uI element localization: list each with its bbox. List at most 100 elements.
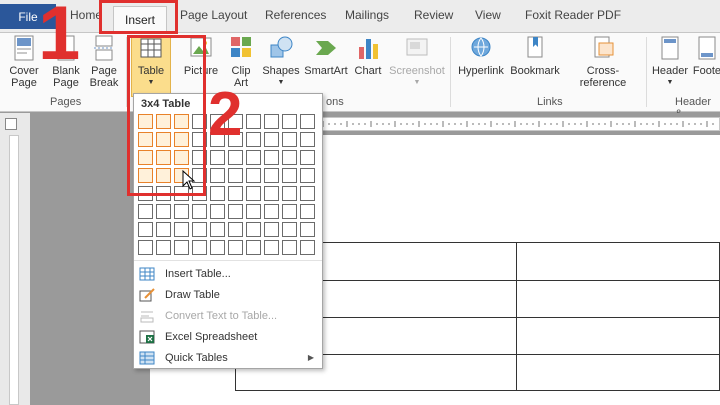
grid-cell[interactable]	[300, 186, 315, 201]
grid-cell[interactable]	[210, 204, 225, 219]
page-break-button[interactable]: Page Break	[86, 35, 122, 89]
bookmark-button[interactable]: Bookmark	[508, 35, 562, 77]
chevron-down-icon: ▼	[277, 79, 285, 86]
bookmark-icon	[527, 36, 543, 58]
grid-cell[interactable]	[228, 240, 243, 255]
cover-page-label: Cover Page	[9, 65, 39, 89]
shapes-icon	[270, 36, 293, 58]
grid-cell[interactable]	[138, 204, 153, 219]
screenshot-button[interactable]: Screenshot ▼	[388, 35, 446, 89]
grid-cell[interactable]	[246, 150, 261, 165]
tab-review[interactable]: Review	[414, 8, 453, 22]
grid-cell[interactable]	[282, 222, 297, 237]
grid-cell[interactable]	[264, 204, 279, 219]
grid-cell[interactable]	[282, 204, 297, 219]
tab-view[interactable]: View	[475, 8, 501, 22]
grid-cell[interactable]	[282, 132, 297, 147]
grid-cell[interactable]	[264, 168, 279, 183]
excel-spreadsheet-menu-item[interactable]: Excel Spreadsheet	[137, 327, 320, 346]
grid-cell[interactable]	[228, 222, 243, 237]
grid-cell[interactable]	[300, 132, 315, 147]
grid-cell[interactable]	[246, 114, 261, 129]
grid-cell[interactable]	[192, 204, 207, 219]
grid-cell[interactable]	[210, 186, 225, 201]
grid-cell[interactable]	[282, 168, 297, 183]
grid-cell[interactable]	[156, 204, 171, 219]
chart-button[interactable]: Chart	[352, 35, 384, 77]
grid-cell[interactable]	[282, 150, 297, 165]
quick-tables-menu-item[interactable]: Quick Tables ▶	[137, 348, 320, 367]
convert-text-to-table-menu-item[interactable]: Convert Text to Table...	[137, 306, 320, 325]
header-icon	[661, 36, 679, 60]
grid-cell[interactable]	[282, 240, 297, 255]
grid-cell[interactable]	[246, 240, 261, 255]
grid-cell[interactable]	[228, 204, 243, 219]
grid-cell[interactable]	[264, 186, 279, 201]
draw-table-icon	[139, 287, 155, 301]
insert-table-label: Insert Table...	[165, 267, 231, 280]
insert-table-icon	[139, 267, 155, 280]
grid-cell[interactable]	[246, 204, 261, 219]
grid-cell[interactable]	[300, 168, 315, 183]
tab-page-layout[interactable]: Page Layout	[180, 8, 247, 22]
grid-cell[interactable]	[228, 150, 243, 165]
clip-art-icon	[231, 37, 251, 57]
grid-cell[interactable]	[300, 204, 315, 219]
tab-selector-icon[interactable]	[5, 118, 17, 130]
shapes-button[interactable]: Shapes ▼	[262, 35, 300, 89]
grid-cell[interactable]	[192, 240, 207, 255]
tab-mailings[interactable]: Mailings	[345, 8, 389, 22]
grid-cell[interactable]	[228, 168, 243, 183]
grid-cell[interactable]	[156, 240, 171, 255]
grid-cell[interactable]	[210, 168, 225, 183]
grid-cell[interactable]	[246, 168, 261, 183]
grid-cell[interactable]	[264, 240, 279, 255]
header-label: Header	[651, 65, 689, 77]
grid-cell[interactable]	[210, 222, 225, 237]
grid-cell[interactable]	[264, 150, 279, 165]
cross-reference-button[interactable]: Cross-reference	[564, 35, 642, 89]
tab-references[interactable]: References	[265, 8, 326, 22]
grid-cell[interactable]	[264, 114, 279, 129]
cross-reference-label: Cross-reference	[579, 65, 627, 89]
grid-cell[interactable]	[174, 240, 189, 255]
grid-cell[interactable]	[264, 222, 279, 237]
submenu-arrow-icon: ▶	[307, 353, 314, 362]
hyperlink-button[interactable]: Hyperlink	[456, 35, 506, 77]
grid-cell[interactable]	[228, 186, 243, 201]
grid-cell[interactable]	[282, 186, 297, 201]
menu-separator	[134, 260, 322, 261]
quick-tables-icon	[139, 351, 155, 364]
tab-foxit-reader-pdf[interactable]: Foxit Reader PDF	[525, 8, 621, 22]
grid-cell[interactable]	[246, 186, 261, 201]
draw-table-menu-item[interactable]: Draw Table	[137, 285, 320, 304]
grid-cell[interactable]	[138, 222, 153, 237]
grid-cell[interactable]	[300, 150, 315, 165]
insert-table-menu-item[interactable]: Insert Table...	[137, 264, 320, 283]
grid-cell[interactable]	[300, 222, 315, 237]
vertical-ruler	[9, 135, 19, 405]
grid-cell[interactable]	[138, 240, 153, 255]
grid-cell[interactable]	[282, 114, 297, 129]
grid-cell[interactable]	[210, 150, 225, 165]
smartart-label: SmartArt	[304, 65, 348, 77]
chart-label: Chart	[354, 65, 382, 77]
grid-cell[interactable]	[264, 132, 279, 147]
grid-cell[interactable]	[210, 240, 225, 255]
convert-text-to-table-label: Convert Text to Table...	[165, 309, 278, 322]
page-break-icon	[94, 35, 114, 61]
smartart-button[interactable]: SmartArt	[303, 35, 349, 77]
excel-spreadsheet-label: Excel Spreadsheet	[165, 330, 258, 343]
grid-cell[interactable]	[174, 222, 189, 237]
bookmark-label: Bookmark	[510, 65, 560, 77]
grid-cell[interactable]	[246, 132, 261, 147]
excel-icon	[139, 330, 155, 343]
header-button[interactable]: Header ▼	[650, 35, 690, 89]
grid-cell[interactable]	[246, 222, 261, 237]
grid-cell[interactable]	[174, 204, 189, 219]
grid-cell[interactable]	[300, 114, 315, 129]
grid-cell[interactable]	[300, 240, 315, 255]
grid-cell[interactable]	[192, 222, 207, 237]
grid-cell[interactable]	[156, 222, 171, 237]
footer-button[interactable]: Foote	[692, 35, 720, 77]
